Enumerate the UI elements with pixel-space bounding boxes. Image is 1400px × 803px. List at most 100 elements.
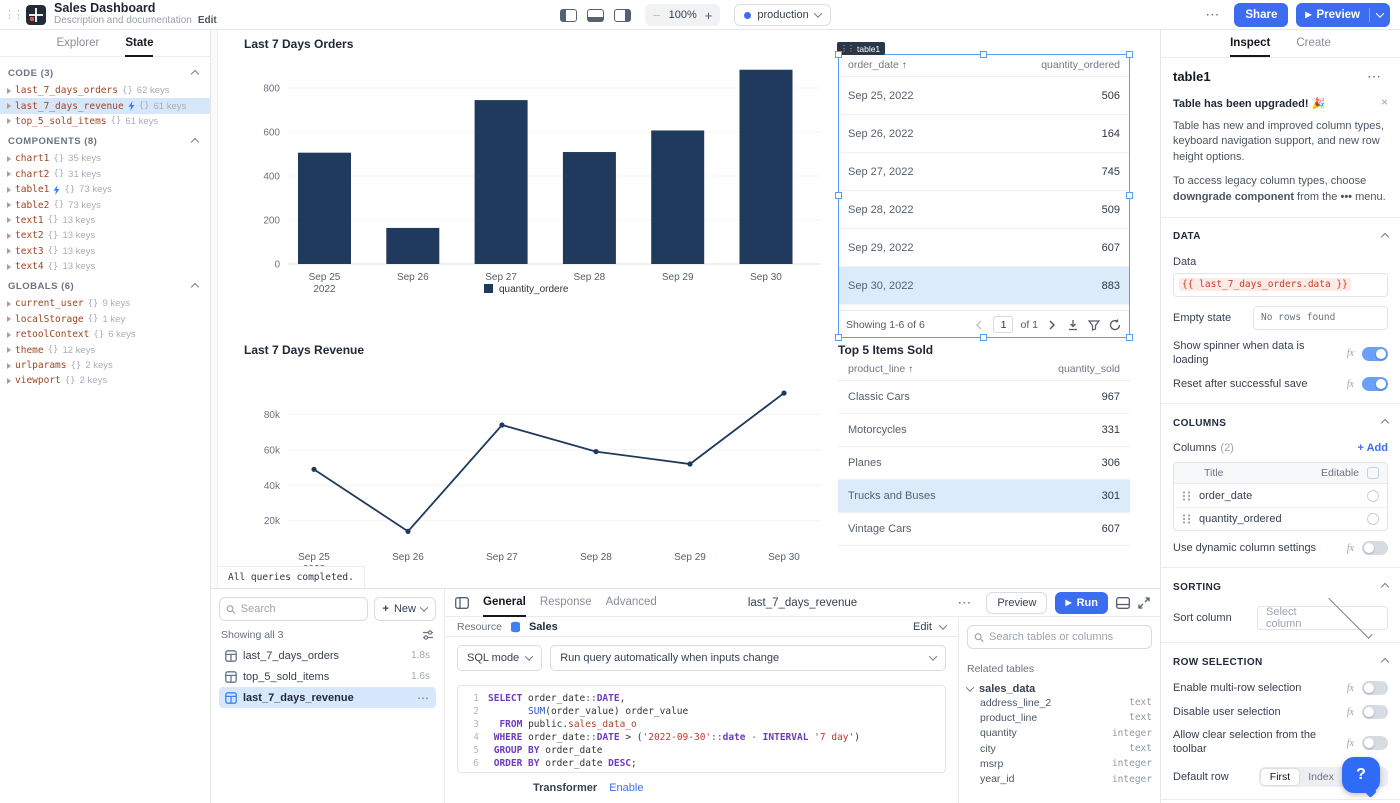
table-row[interactable]: Motorcycles331 xyxy=(838,414,1130,447)
tree-section-header[interactable]: GLOBALS (6) xyxy=(0,274,210,296)
table-row[interactable]: Sep 29, 2022607 xyxy=(838,229,1130,267)
inspector-column-quantity_ordered[interactable]: quantity_ordered xyxy=(1174,507,1387,530)
schema-search-input[interactable] xyxy=(989,631,1145,643)
column-header-order_date[interactable]: order_date↑ xyxy=(848,59,984,71)
fx-icon[interactable]: fx xyxy=(1347,683,1354,694)
page-previous-icon[interactable] xyxy=(972,318,986,332)
schema-table-sales-data[interactable]: sales_data xyxy=(967,683,1152,695)
tree-item-chart2[interactable]: chart2{}31 keys xyxy=(0,167,210,182)
section-data[interactable]: DATA xyxy=(1173,228,1388,246)
tree-item-current_user[interactable]: current_user{}9 keys xyxy=(0,296,210,311)
tab-inspect[interactable]: Inspect xyxy=(1230,30,1270,57)
table-row[interactable]: Trucks and Buses301 xyxy=(838,480,1130,513)
sql-code[interactable]: SELECT order_date::DATE, SUM(order_value… xyxy=(484,686,945,772)
preview-button[interactable]: ▶Preview xyxy=(1296,3,1390,27)
table2-component[interactable]: product_line↑quantity_soldClassic Cars96… xyxy=(838,358,1130,588)
query-run-button[interactable]: ▶Run xyxy=(1055,592,1108,614)
tree-item-last_7_days_orders[interactable]: last_7_days_orders{}62 keys xyxy=(0,83,210,98)
inspector-column-order_date[interactable]: order_date xyxy=(1174,484,1387,507)
tree-item-text3[interactable]: text3{}13 keys xyxy=(0,244,210,259)
preview-dropdown-button[interactable] xyxy=(1370,12,1390,18)
filter-icon[interactable] xyxy=(1087,318,1101,332)
toggle-right-panel-icon[interactable] xyxy=(614,9,631,22)
table-row[interactable]: Classic Cars967 xyxy=(838,381,1130,414)
help-button[interactable]: ? xyxy=(1342,757,1380,793)
tree-item-last_7_days_revenue[interactable]: last_7_days_revenue{}61 keys xyxy=(0,98,210,113)
resource-edit-link[interactable]: Edit xyxy=(913,621,932,633)
tree-item-viewport[interactable]: viewport{}2 keys xyxy=(0,373,210,388)
toggle-show-spinner-when-data-is-loading[interactable] xyxy=(1362,347,1388,361)
expand-arrow-icon[interactable] xyxy=(7,187,11,193)
query-item-top_5_sold_items[interactable]: top_5_sold_items1.6s xyxy=(219,666,436,687)
fx-icon[interactable]: fx xyxy=(1347,707,1354,718)
column-header-quantity_ordered[interactable]: quantity_ordered xyxy=(984,59,1120,71)
expand-arrow-icon[interactable] xyxy=(7,316,11,322)
expand-arrow-icon[interactable] xyxy=(7,301,11,307)
expand-arrow-icon[interactable] xyxy=(7,378,11,384)
tree-item-localStorage[interactable]: localStorage{}1 key xyxy=(0,312,210,327)
sort-column-select[interactable]: Select column xyxy=(1257,606,1388,630)
section-row-selection[interactable]: ROW SELECTION xyxy=(1173,653,1388,671)
tab-create[interactable]: Create xyxy=(1296,30,1331,57)
expand-arrow-icon[interactable] xyxy=(7,363,11,369)
editable-checkbox[interactable] xyxy=(1367,490,1379,502)
tree-section-header[interactable]: CODE (3) xyxy=(0,61,210,83)
tree-item-top_5_sold_items[interactable]: top_5_sold_items{}61 keys xyxy=(0,114,210,129)
fx-icon[interactable]: fx xyxy=(1347,543,1354,554)
tab-explorer[interactable]: Explorer xyxy=(57,30,100,57)
tree-item-text2[interactable]: text2{}13 keys xyxy=(0,228,210,243)
table-row[interactable]: Sep 30, 2022883 xyxy=(838,267,1130,305)
schema-column-msrp[interactable]: msrpinteger xyxy=(967,756,1152,771)
run-behavior-select[interactable]: Run query automatically when inputs chan… xyxy=(550,645,946,671)
toggle-left-panel-icon[interactable] xyxy=(560,9,577,22)
fx-icon[interactable]: fx xyxy=(1347,738,1354,749)
tree-item-table2[interactable]: table2{}73 keys xyxy=(0,197,210,212)
chart2-line-chart[interactable]: 20k40k60k80kSep 252022Sep 26Sep 27Sep 28… xyxy=(238,358,830,588)
new-query-button[interactable]: +New xyxy=(374,597,436,621)
expand-arrow-icon[interactable] xyxy=(7,88,11,94)
zoom-in-button[interactable]: + xyxy=(705,8,713,23)
tree-item-text1[interactable]: text1{}13 keys xyxy=(0,213,210,228)
tab-state[interactable]: State xyxy=(125,30,153,57)
sql-editor[interactable]: 123456 SELECT order_date::DATE, SUM(orde… xyxy=(457,685,946,773)
drag-handle-icon[interactable] xyxy=(1182,491,1192,501)
chart1-bar-chart[interactable]: 0200400600800Sep 252022Sep 26Sep 27Sep 2… xyxy=(238,52,830,338)
toggle-use-dynamic-column-settings[interactable] xyxy=(1362,541,1388,555)
column-header-quantity_sold[interactable]: quantity_sold xyxy=(984,363,1120,375)
tab-advanced[interactable]: Advanced xyxy=(606,589,657,617)
table-row[interactable]: Sep 28, 2022509 xyxy=(838,191,1130,229)
refresh-icon[interactable] xyxy=(1108,318,1122,332)
drag-handle-icon[interactable] xyxy=(1182,514,1192,524)
expand-arrow-icon[interactable] xyxy=(7,217,11,223)
section-columns[interactable]: COLUMNS xyxy=(1173,414,1388,432)
page-number-input[interactable]: 1 xyxy=(993,316,1013,333)
table1-component[interactable]: order_date↑quantity_orderedSep 25, 20225… xyxy=(838,54,1130,338)
tree-item-chart1[interactable]: chart1{}35 keys xyxy=(0,151,210,166)
query-more-button[interactable]: ⋯ xyxy=(951,594,978,611)
tree-item-text4[interactable]: text4{}13 keys xyxy=(0,259,210,274)
schema-column-product_line[interactable]: product_linetext xyxy=(967,710,1152,725)
expand-arrow-icon[interactable] xyxy=(7,264,11,270)
fx-icon[interactable]: fx xyxy=(1347,379,1354,390)
text3-label[interactable]: Last 7 Days Revenue xyxy=(244,343,364,357)
canvas-scrollbar[interactable] xyxy=(211,30,218,588)
transformer-enable-link[interactable]: Enable xyxy=(609,782,643,794)
canvas[interactable]: Last 7 Days Orders 0200400600800Sep 2520… xyxy=(211,30,1160,588)
query-item-last_7_days_orders[interactable]: last_7_days_orders1.8s xyxy=(219,645,436,666)
edit-description-link[interactable]: Edit xyxy=(198,15,217,26)
schema-column-year_id[interactable]: year_idinteger xyxy=(967,771,1152,786)
tree-item-table1[interactable]: table1{}73 keys xyxy=(0,182,210,197)
tab-response[interactable]: Response xyxy=(540,589,592,617)
schema-column-address_line_2[interactable]: address_line_2text xyxy=(967,695,1152,710)
expand-arrow-icon[interactable] xyxy=(7,156,11,162)
text4-label[interactable]: Top 5 Items Sold xyxy=(838,343,933,357)
query-item-more-icon[interactable]: ⋯ xyxy=(417,691,430,705)
editable-checkbox[interactable] xyxy=(1367,513,1379,525)
expand-arrow-icon[interactable] xyxy=(7,248,11,254)
expand-arrow-icon[interactable] xyxy=(7,171,11,177)
tree-item-theme[interactable]: theme{}12 keys xyxy=(0,342,210,357)
table-row[interactable]: Vintage Cars607 xyxy=(838,513,1130,546)
query-search-input[interactable] xyxy=(241,603,361,615)
schema-column-quantity[interactable]: quantityinteger xyxy=(967,726,1152,741)
text1-label[interactable]: Last 7 Days Orders xyxy=(244,37,353,51)
